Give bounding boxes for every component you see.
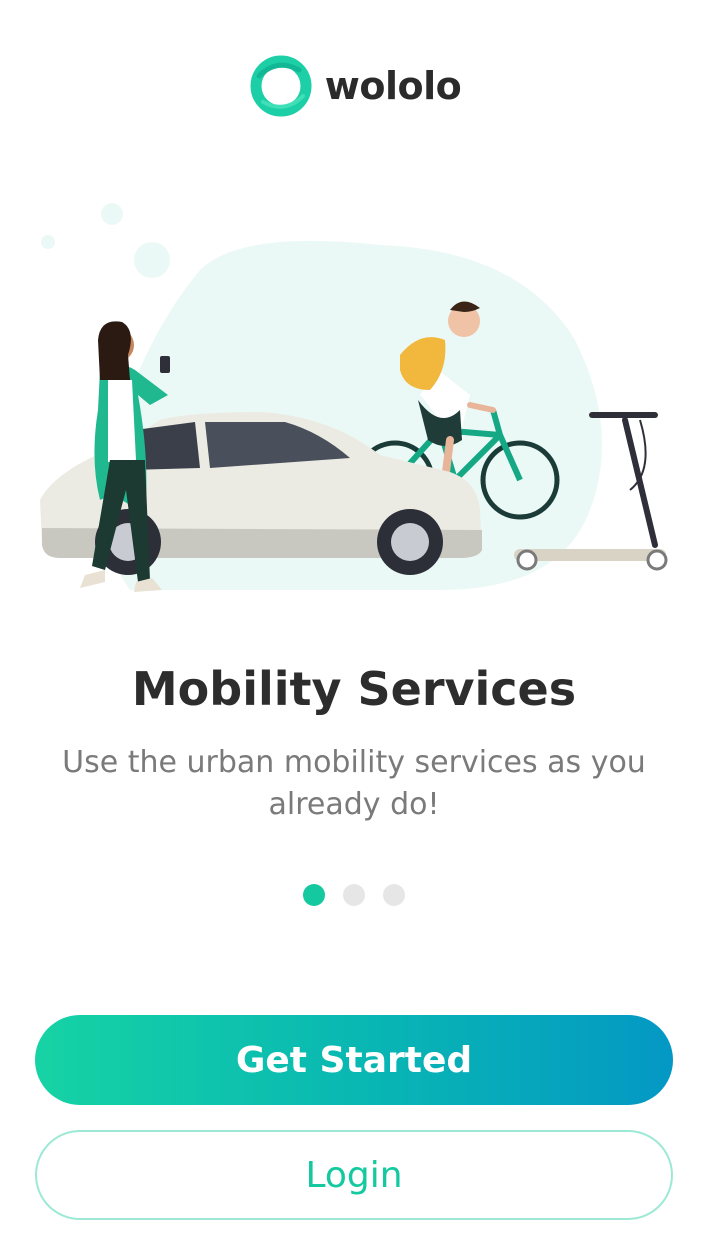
get-started-button[interactable]: Get Started: [35, 1015, 673, 1105]
brand-header: wololo: [0, 52, 708, 120]
page-indicator: [0, 884, 708, 906]
brand-name: wololo: [324, 64, 462, 108]
page-dot-active[interactable]: [303, 884, 325, 906]
onboarding-screen: wololo Mobility Services Use the urban m…: [0, 0, 708, 1257]
page-dot[interactable]: [383, 884, 405, 906]
onboarding-subtitle: Use the urban mobility services as you a…: [62, 745, 646, 822]
ring-logo-icon: [250, 55, 312, 117]
login-button[interactable]: Login: [35, 1130, 673, 1220]
onboarding-title: Mobility Services: [131, 662, 577, 716]
page-dot[interactable]: [343, 884, 365, 906]
urban-mobility-illustration: [40, 203, 668, 592]
